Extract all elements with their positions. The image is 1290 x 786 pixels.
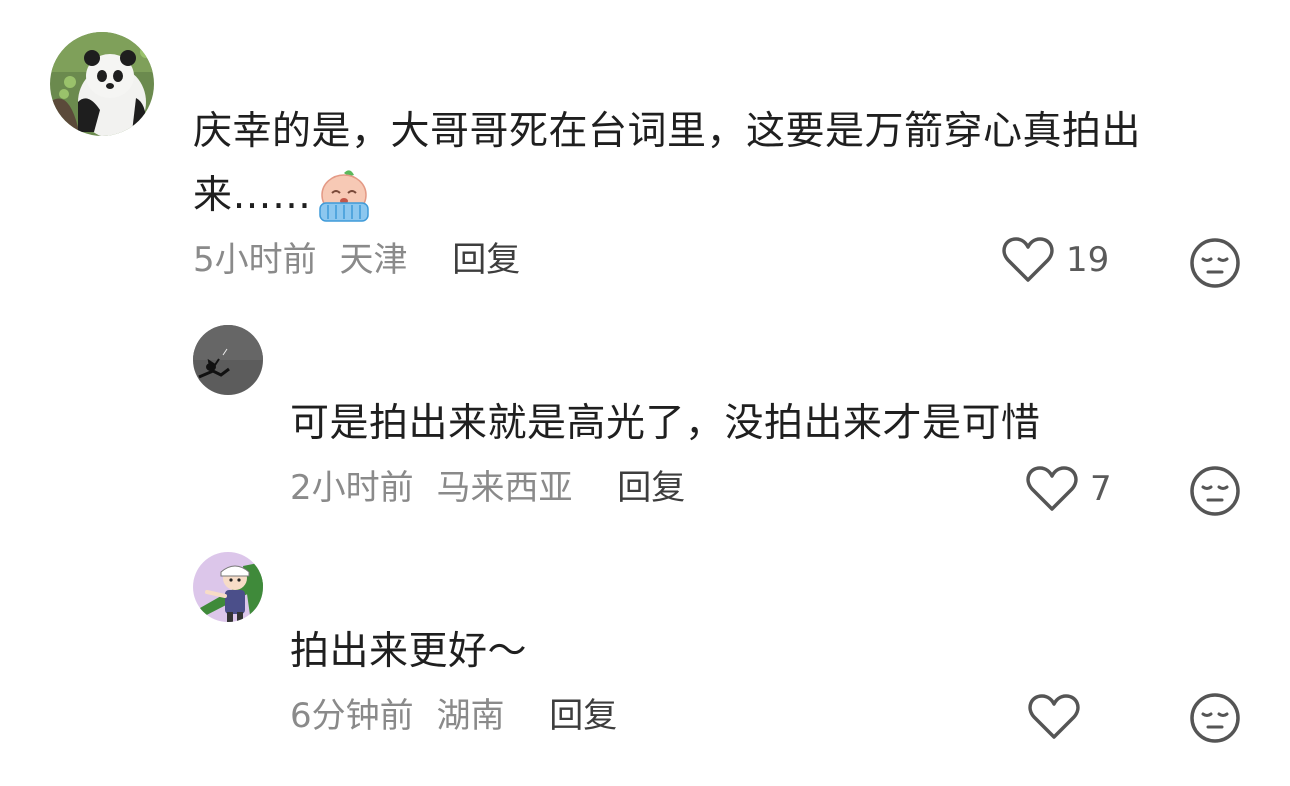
like-count: 7: [1090, 469, 1112, 509]
dislike-button[interactable]: [1189, 237, 1241, 293]
comment-text-line: 庆幸的是，大哥哥死在台词里，这要是万箭穿心真拍出: [193, 109, 1142, 154]
panda-avatar-icon: [50, 32, 154, 136]
avatar[interactable]: [50, 32, 154, 136]
dislike-button[interactable]: [1189, 465, 1241, 521]
dislike-button[interactable]: [1189, 692, 1241, 748]
crying-emoji-icon: [318, 170, 369, 222]
comment-text: 拍出来更好～: [290, 629, 528, 674]
comment-text: 可是拍出来就是高光了，没拍出来才是可惜: [290, 401, 1041, 446]
cartoon-character-avatar-icon: [193, 552, 263, 622]
heart-icon: [1026, 466, 1078, 511]
neutral-face-icon: [1190, 238, 1240, 288]
comment-meta: 5小时前 天津 回复: [193, 240, 520, 280]
neutral-face-icon: [1190, 466, 1240, 516]
like-button[interactable]: 19: [1002, 236, 1109, 284]
reply-button[interactable]: 回复: [452, 240, 520, 280]
reply-button[interactable]: 回复: [617, 468, 685, 508]
comment-meta: 6分钟前 湖南 回复: [290, 696, 617, 736]
comment-text-continuation: 来……: [193, 173, 312, 218]
avatar[interactable]: [193, 325, 263, 395]
heart-icon: [1028, 694, 1080, 739]
comment-time: 2小时前: [290, 468, 414, 508]
like-button[interactable]: 7: [1026, 465, 1112, 513]
neutral-face-icon: [1190, 693, 1240, 743]
comment-meta: 2小时前 马来西亚 回复: [290, 468, 685, 508]
avatar[interactable]: [193, 552, 263, 622]
comment-location: 马来西亚: [436, 468, 573, 508]
comment-text: 庆幸的是，大哥哥死在台词里，这要是万箭穿心真拍出 来……: [193, 100, 1253, 228]
comment-text-line: 来……: [193, 164, 1253, 228]
heart-icon: [1002, 237, 1054, 282]
like-count: 19: [1066, 240, 1110, 280]
reply-button[interactable]: 回复: [549, 696, 617, 736]
comment-time: 6分钟前: [290, 696, 414, 736]
like-button[interactable]: [1028, 693, 1092, 741]
comment-location: 天津: [339, 240, 408, 280]
comment-location: 湖南: [436, 696, 505, 736]
comment-time: 5小时前: [193, 240, 317, 280]
bird-branch-avatar-icon: [193, 325, 263, 395]
